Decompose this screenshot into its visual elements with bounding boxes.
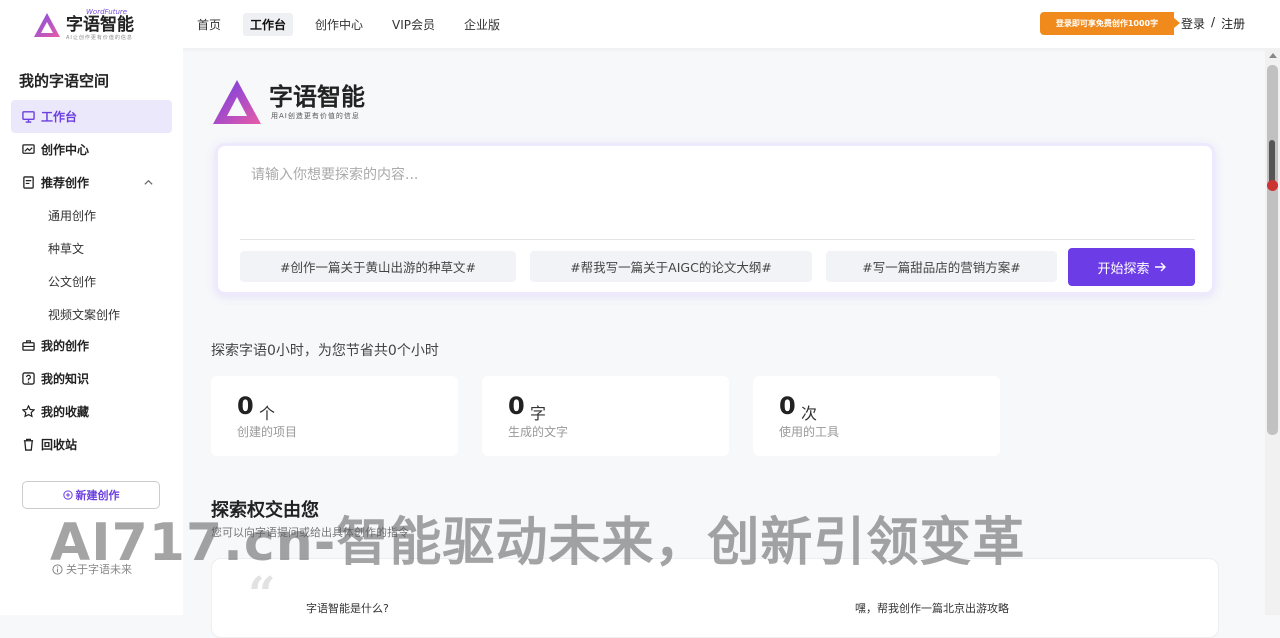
stat-card-words: 0 字 生成的文字 (482, 376, 729, 456)
sidebar-item-label: 推荐创作 (41, 176, 90, 190)
stat-value: 0 (779, 392, 796, 420)
arrow-right-icon (1154, 262, 1166, 272)
example-question[interactable]: 字语智能是什么? (306, 600, 389, 616)
stat-label: 使用的工具 (779, 425, 840, 439)
login-link[interactable]: 登录 (1181, 15, 1205, 32)
search-input[interactable] (251, 160, 1171, 190)
time-saved-text: 探索字语0小时，为您节省共0个小时 (211, 343, 439, 359)
briefcase-icon (22, 340, 35, 351)
document-icon (23, 176, 34, 189)
start-explore-button[interactable]: 开始探索 (1068, 248, 1195, 286)
star-icon (22, 405, 35, 418)
suggestion-tag[interactable]: #创作一篇关于黄山出游的种草文# (240, 251, 516, 282)
sidebar-item-label: 我的收藏 (41, 405, 90, 419)
auth-separator: / (1211, 15, 1216, 29)
stat-unit: 次 (801, 404, 818, 423)
sidebar-item-my-creations[interactable]: 我的创作 (11, 329, 172, 362)
sidebar: 我的字语空间 工作台 创作中心 推荐创作 通用创作 种草文 公文创作 视频文案创… (0, 48, 183, 615)
nav-vip[interactable]: VIP会员 (385, 13, 442, 36)
sidebar-subitem-recommend-post[interactable]: 种草文 (48, 240, 84, 257)
promo-badge[interactable]: 登录即可享免费创作1000字 (1040, 12, 1180, 35)
brand-name: 字语智能 (269, 83, 365, 111)
stat-card-projects: 0 个 创建的项目 (211, 376, 458, 456)
sidebar-item-my-knowledge[interactable]: 我的知识 (11, 362, 172, 395)
chevron-up-icon[interactable] (143, 177, 154, 188)
sidebar-subitem-video[interactable]: 视频文案创作 (48, 306, 120, 323)
divider (240, 239, 1195, 240)
monitor-icon (22, 111, 35, 123)
example-question[interactable]: 嘿，帮我创作一篇北京出游攻略 (855, 600, 1009, 616)
stat-unit: 字 (530, 404, 547, 423)
info-icon (52, 563, 63, 575)
quote-icon: “ (248, 567, 276, 623)
about-link[interactable]: 关于字语未来 (52, 561, 132, 577)
sidebar-item-label: 创作中心 (41, 143, 90, 157)
suggestion-tag[interactable]: #写一篇甜品店的营销方案# (826, 251, 1057, 282)
section-title: 探索权交由您 (211, 500, 319, 521)
sidebar-item-trash[interactable]: 回收站 (11, 428, 172, 461)
sidebar-item-label: 我的知识 (41, 372, 90, 386)
sidebar-item-label: 我的创作 (41, 339, 90, 353)
sidebar-item-favorites[interactable]: 我的收藏 (11, 395, 172, 428)
brand-tagline: 用AI创造更有价值的信息 (271, 112, 360, 120)
main-nav: 首页 工作台 创作中心 VIP会员 企业版 (190, 13, 522, 36)
trash-icon (23, 438, 34, 451)
logo-tagline: AI让创作更有价值的信息 (66, 35, 133, 41)
about-label: 关于字语未来 (66, 563, 132, 576)
chart-icon (22, 144, 35, 154)
prompt-examples-card: “ 字语智能是什么? 嘿，帮我创作一篇北京出游攻略 (211, 558, 1219, 638)
stat-label: 创建的项目 (237, 425, 298, 439)
stat-value: 0 (237, 392, 254, 420)
start-explore-label: 开始探索 (1097, 261, 1150, 277)
logo-name: 字语智能 (66, 15, 134, 35)
question-icon (22, 372, 35, 385)
register-link[interactable]: 注册 (1221, 15, 1245, 32)
nav-workspace[interactable]: 工作台 (243, 13, 294, 36)
plus-circle-icon (62, 490, 73, 500)
brand-logo-icon (213, 80, 261, 124)
scroll-up-arrow-icon[interactable] (1269, 53, 1277, 58)
new-creation-label: 新建创作 (75, 489, 120, 502)
stat-card-tools: 0 次 使用的工具 (753, 376, 1000, 456)
scroll-thumb[interactable] (1267, 65, 1278, 435)
sidebar-item-creation-center[interactable]: 创作中心 (11, 133, 172, 166)
sidebar-title: 我的字语空间 (19, 72, 110, 90)
new-creation-button[interactable]: 新建创作 (22, 481, 160, 509)
sidebar-item-label: 回收站 (41, 438, 78, 452)
sidebar-item-workspace[interactable]: 工作台 (11, 100, 172, 133)
nav-enterprise[interactable]: 企业版 (457, 13, 507, 36)
scrollbar[interactable] (1265, 48, 1280, 615)
top-navbar: WordFuture 字语智能 AI让创作更有价值的信息 首页 工作台 创作中心… (0, 0, 1280, 48)
logo[interactable]: WordFuture 字语智能 AI让创作更有价值的信息 (32, 8, 134, 41)
main-content: 字语智能 用AI创造更有价值的信息 #创作一篇关于黄山出游的种草文# #帮我写一… (183, 48, 1265, 638)
sidebar-subitem-general[interactable]: 通用创作 (48, 207, 96, 224)
sidebar-subitem-official[interactable]: 公文创作 (48, 273, 96, 290)
nav-creation-center[interactable]: 创作中心 (308, 13, 370, 36)
suggestion-tag[interactable]: #帮我写一篇关于AIGC的论文大纲# (530, 251, 812, 282)
search-card: #创作一篇关于黄山出游的种草文# #帮我写一篇关于AIGC的论文大纲# #写一篇… (215, 143, 1215, 295)
logo-icon (34, 12, 60, 37)
stat-label: 生成的文字 (508, 425, 569, 439)
brand-logo: 字语智能 用AI创造更有价值的信息 (211, 78, 365, 126)
sidebar-item-recommended[interactable]: 推荐创作 (11, 166, 172, 199)
section-subtitle: 您可以向字语提问或给出具体创作的指令 (211, 526, 409, 539)
stat-unit: 个 (259, 404, 276, 423)
nav-home[interactable]: 首页 (190, 13, 228, 36)
sidebar-item-label: 工作台 (41, 110, 78, 124)
stat-value: 0 (508, 392, 525, 420)
thermometer-bulb-icon (1267, 180, 1278, 191)
auth-links: 登录 / 注册 (1181, 15, 1245, 32)
